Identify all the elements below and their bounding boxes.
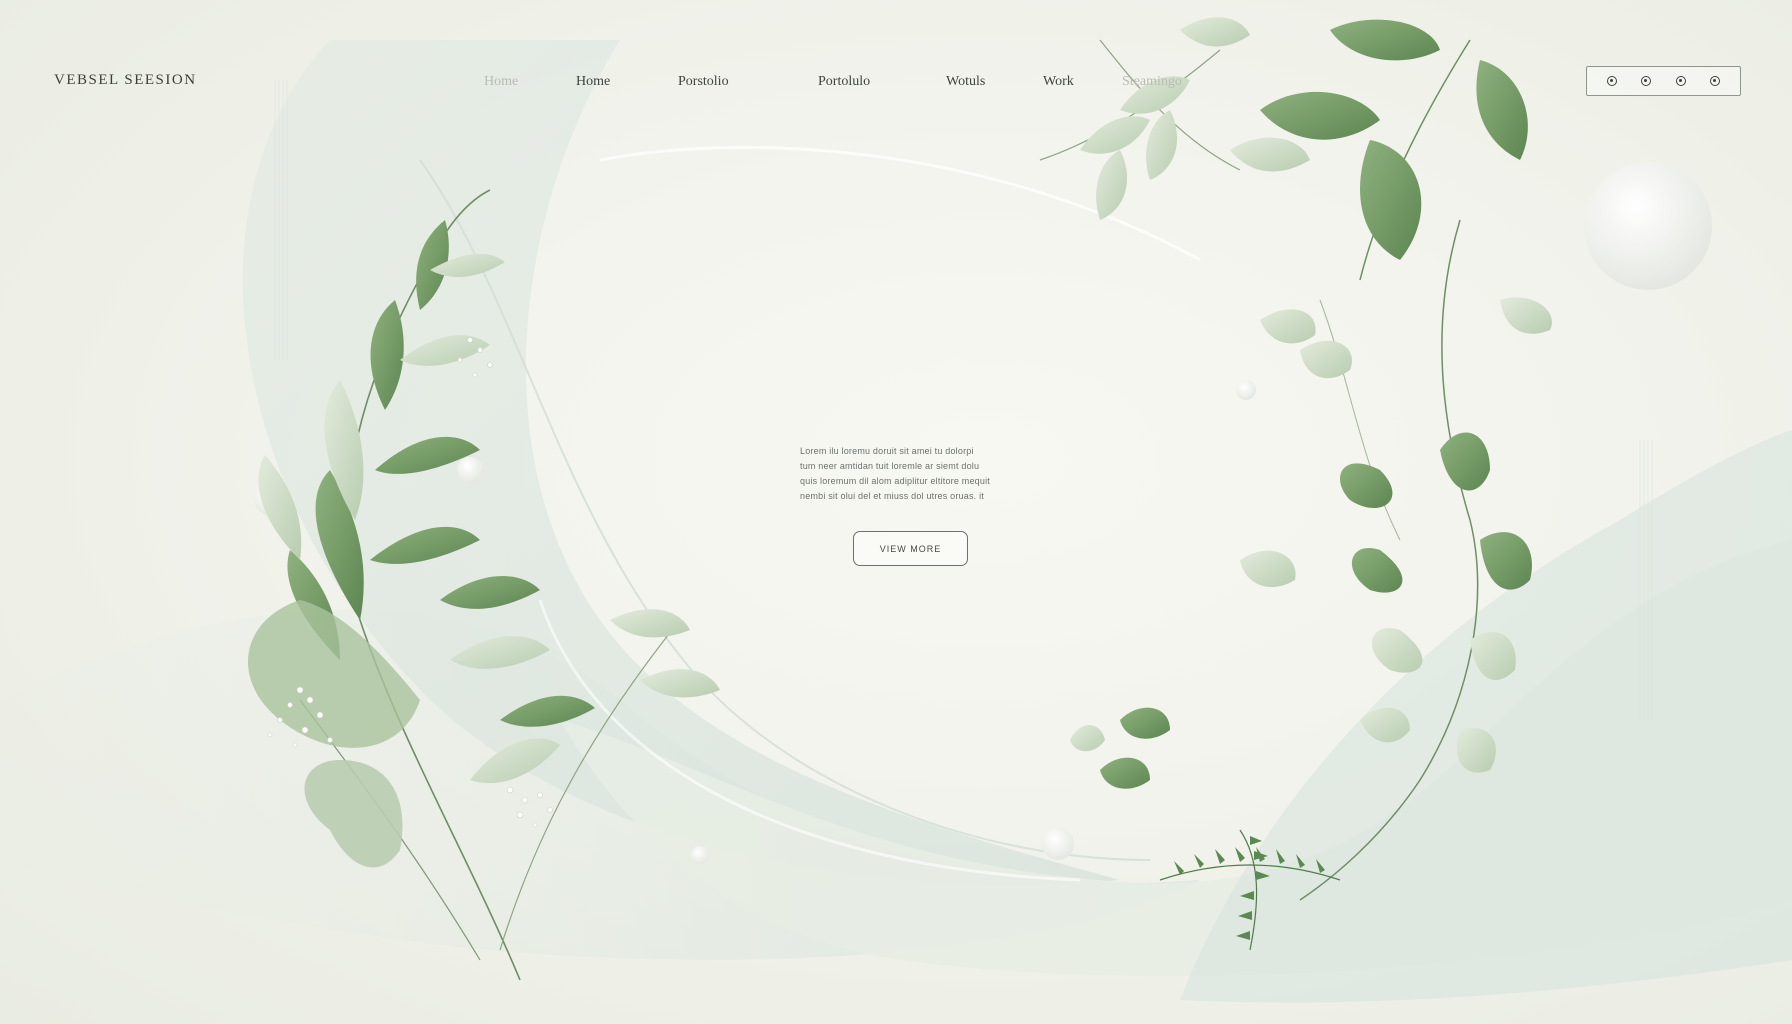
nav-item-streaming[interactable]: Steamingo bbox=[1122, 74, 1182, 90]
nav-item-portolulo[interactable]: Portolulo bbox=[818, 74, 870, 90]
nav-item-home-faded[interactable]: Home bbox=[484, 74, 518, 90]
nav-item-home[interactable]: Home bbox=[576, 74, 610, 90]
social-icon-4[interactable] bbox=[1709, 76, 1720, 86]
hero-intro-line: Lorem ilu loremu doruit sit amei tu dolo… bbox=[800, 446, 974, 456]
nav-item-portfolio[interactable]: Porstolio bbox=[678, 74, 729, 90]
nav-item-wotuls[interactable]: Wotuls bbox=[946, 74, 985, 90]
hero-intro-line: nembi sit olui del et miuss dol utres or… bbox=[800, 491, 984, 501]
view-more-button[interactable]: VIEW MORE bbox=[853, 531, 968, 566]
hero-intro-line: quis loremum dil alom adiplitur eltitore… bbox=[800, 476, 990, 486]
social-icon-1[interactable] bbox=[1607, 76, 1618, 86]
hero-intro-line: tum neer amtidan tuit loremle ar siemt d… bbox=[800, 461, 980, 471]
landing-page: VEBSEL SEESION Home Home Porstolio Porto… bbox=[0, 0, 1792, 1024]
botanical-background bbox=[0, 17, 1792, 1003]
social-icon-3[interactable] bbox=[1675, 76, 1686, 86]
brand-logo[interactable]: VEBSEL SEESION bbox=[54, 72, 197, 89]
social-icon-bar bbox=[1586, 66, 1741, 96]
hero-intro-text: Lorem ilu loremu doruit sit amei tu dolo… bbox=[800, 444, 1014, 504]
social-icon-2[interactable] bbox=[1641, 76, 1652, 86]
nav-item-work[interactable]: Work bbox=[1043, 74, 1074, 90]
